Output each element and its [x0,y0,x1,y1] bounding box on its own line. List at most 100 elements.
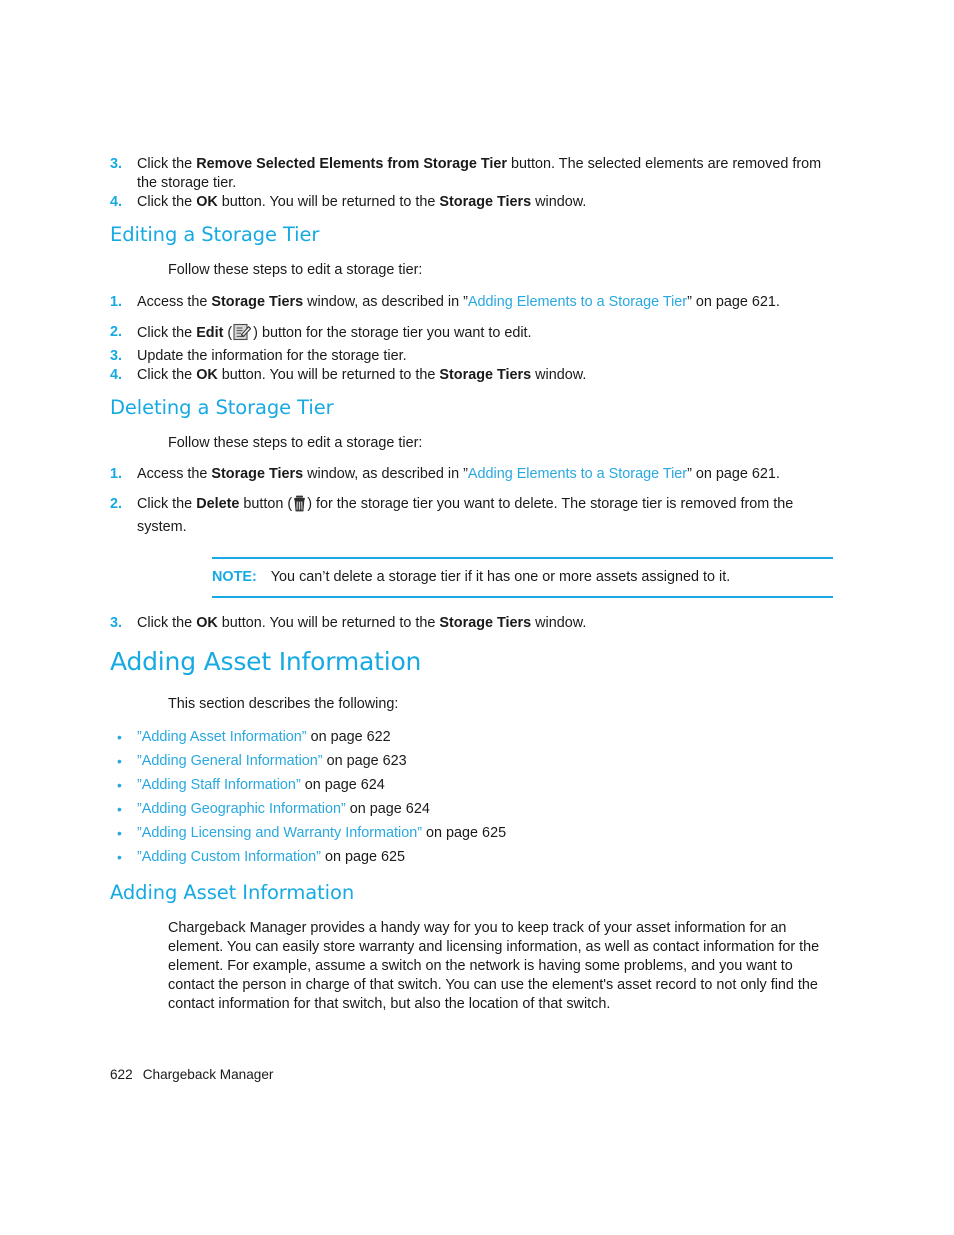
step-text-lead: Click the [137,366,197,383]
step-text-bold: OK [196,366,218,383]
step-item: 4. Click the OK button. You will be retu… [110,193,840,212]
step-text: Access the Storage Tiers window, as desc… [137,466,780,482]
step-text-bold-2: Storage Tiers [439,366,532,383]
bullet-dot-icon: • [117,776,122,793]
step-text-lead: Access the [137,466,212,483]
step-text: Click the Remove Selected Elements from … [137,156,821,191]
heading-editing-a-storage-tier: Editing a Storage Tier [110,223,320,247]
step-text-lead: Access the [137,293,212,310]
step-text-lead: Click the [137,614,197,631]
step-text-bold: OK [196,194,218,211]
list-item: • ”Adding Licensing and Warranty Informa… [110,824,840,841]
step-number: 4. [110,194,123,211]
link-page-ref: on page 624 [300,776,385,793]
step-text: Click the OK button. You will be returne… [137,615,586,631]
step-item: 3. Click the Remove Selected Elements fr… [110,155,840,193]
editing-steps-list: 1. Access the Storage Tiers window, as d… [110,293,840,385]
step-text-mid: button. You will be returned to the [217,366,440,383]
note-box: NOTE: You can’t delete a storage tier if… [212,557,833,598]
page-footer: 622 Chargeback Manager [110,1067,273,1082]
step-text-bold-2: Storage Tiers [439,194,532,211]
step-text-mid: ( [223,324,233,341]
heading-deleting-a-storage-tier: Deleting a Storage Tier [110,395,334,419]
step-text-tail: ) button for the storage tier you want t… [253,324,532,341]
step-item: 3. Update the information for the storag… [110,347,840,366]
cross-reference-link[interactable]: Adding Custom Information [142,849,316,865]
step-text: Click the Delete button () for the stora… [137,495,793,535]
chapter-intro-text: This section describes the following: [168,696,399,713]
list-item: • ”Adding Geographic Information” on pag… [110,802,840,816]
step-text-bold: Storage Tiers [211,293,304,310]
top-steps-list: 3. Click the Remove Selected Elements fr… [110,155,840,212]
edit-pencil-icon [233,323,252,347]
list-item: • ”Adding Custom Information” on page 62… [110,848,840,865]
step-number: 2. [110,323,123,340]
step-text-bold-2: Storage Tiers [439,614,532,631]
cross-reference-link[interactable]: Adding Geographic Information [142,801,341,817]
footer-page-number: 622 [110,1067,133,1082]
list-item: • ”Adding Asset Information” on page 622 [110,730,840,744]
step-item: 3. Click the OK button. You will be retu… [110,614,840,633]
bullet-dot-icon: • [117,752,122,769]
step-text: Click the OK button. You will be returne… [137,194,586,210]
step-number: 3. [110,347,123,364]
note-label: NOTE: [212,569,257,586]
link-page-ref: on page 622 [306,729,391,746]
document-page: 3. Click the Remove Selected Elements fr… [0,0,954,1235]
cross-reference-link[interactable]: Adding General Information [142,753,318,769]
step-text-lead: Click the [137,156,197,172]
step-text-mid: window, as described in ” [303,466,468,483]
step-text-tail: window. [531,614,587,631]
step-text: Access the Storage Tiers window, as desc… [137,294,780,310]
step-text-lead: Click the [137,496,197,513]
heading-adding-asset-information-chapter: Adding Asset Information [110,646,422,676]
step-text-mid: window, as described in ” [303,293,468,310]
bullet-dot-icon: • [117,729,122,746]
step-number: 3. [110,614,123,631]
bullet-dot-icon: • [117,848,122,865]
cross-reference-link[interactable]: Adding Licensing and Warranty Informatio… [142,825,417,841]
cross-reference-link[interactable]: Adding Staff Information [142,777,296,793]
step-text-bold: Remove Selected Elements from Storage Ti… [196,156,508,172]
chapter-links-list: • ”Adding Asset Information” on page 622… [110,730,840,864]
asset-information-paragraph: Chargeback Manager provides a handy way … [168,919,820,1012]
step-item: 2. Click the Edit ( ) button for the stor… [110,323,840,347]
link-page-ref: on page 625 [320,848,405,865]
cross-reference-link[interactable]: Adding Elements to a Storage Tier [468,294,687,310]
step-text-tail: window. [531,366,587,383]
bullet-dot-icon: • [117,824,122,841]
step-item: 4. Click the OK button. You will be retu… [110,366,840,385]
step-number: 4. [110,366,123,383]
step-text-bold: Edit [196,324,224,341]
list-item: • ”Adding Staff Information” on page 624 [110,778,840,792]
deleting-intro-text: Follow these steps to edit a storage tie… [168,435,423,451]
step-text-bold: Delete [196,496,240,513]
editing-intro-text: Follow these steps to edit a storage tie… [168,262,423,279]
step-text-lead: Click the [137,324,197,341]
step-text-lead: Click the [137,194,197,211]
page-content: 3. Click the Remove Selected Elements fr… [110,155,840,1014]
step-number: 1. [110,293,123,310]
link-page-ref: on page 624 [345,800,430,817]
deleting-final-step-list: 3. Click the OK button. You will be retu… [110,614,840,633]
step-text-bold: Storage Tiers [211,466,304,483]
step-text-mid: button. You will be returned to the [217,614,440,631]
step-item: 1. Access the Storage Tiers window, as d… [110,465,840,484]
step-text-mid: button. You will be returned to the [217,194,440,211]
cross-reference-link[interactable]: Adding Elements to a Storage Tier [468,466,687,482]
step-text: Update the information for the storage t… [137,347,407,364]
link-page-ref: on page 623 [322,752,407,769]
link-page-ref: on page 625 [422,824,507,841]
step-text: Click the Edit ( ) button for the storage… [137,323,532,341]
list-item: • ”Adding General Information” on page 6… [110,754,840,768]
step-item: 1. Access the Storage Tiers window, as d… [110,293,840,312]
heading-adding-asset-information-section: Adding Asset Information [110,880,355,904]
cross-reference-link[interactable]: Adding Asset Information [142,729,302,745]
step-text-tail: window. [531,194,587,211]
step-text-tail: ” on page 621. [687,466,780,483]
deleting-steps-list: 1. Access the Storage Tiers window, as d… [110,465,840,537]
step-number: 1. [110,466,123,483]
step-number: 2. [110,496,123,513]
footer-chapter-title: Chargeback Manager [142,1067,274,1082]
trash-can-icon [293,495,306,518]
